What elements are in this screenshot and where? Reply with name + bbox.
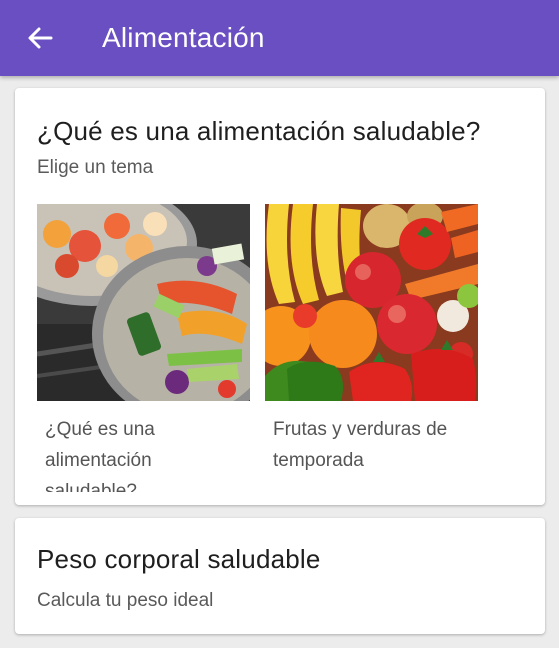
topic-label: ¿Qué es una alimentación saludable? (45, 419, 155, 492)
fruits-vegetables-image (265, 204, 478, 401)
card-subtitle: Elige un tema (37, 157, 154, 178)
topic-tile-healthy-eating[interactable]: ¿Qué es una alimentación saludable? (37, 204, 250, 494)
healthy-weight-card[interactable]: Peso corporal saludable Calcula tu peso … (15, 518, 545, 634)
app-bar-title: Alimentación (102, 22, 265, 53)
topic-list: ¿Qué es una alimentación saludable? Frut… (37, 204, 478, 494)
card-title: Peso corporal saludable (37, 544, 321, 574)
card-title: ¿Qué es una alimentación saludable? (37, 116, 481, 146)
topic-tile-seasonal-produce[interactable]: Frutas y verduras de temporada (265, 204, 478, 494)
cooking-vegetables-image (37, 204, 250, 401)
topic-label: Frutas y verduras de temporada (273, 419, 448, 471)
healthy-eating-card[interactable]: ¿Qué es una alimentación saludable? Elig… (15, 88, 545, 505)
card-subtitle: Calcula tu peso ideal (37, 590, 214, 611)
arrow-left-icon (27, 26, 53, 50)
back-button[interactable] (0, 0, 80, 76)
app-bar: Alimentación (0, 0, 559, 76)
